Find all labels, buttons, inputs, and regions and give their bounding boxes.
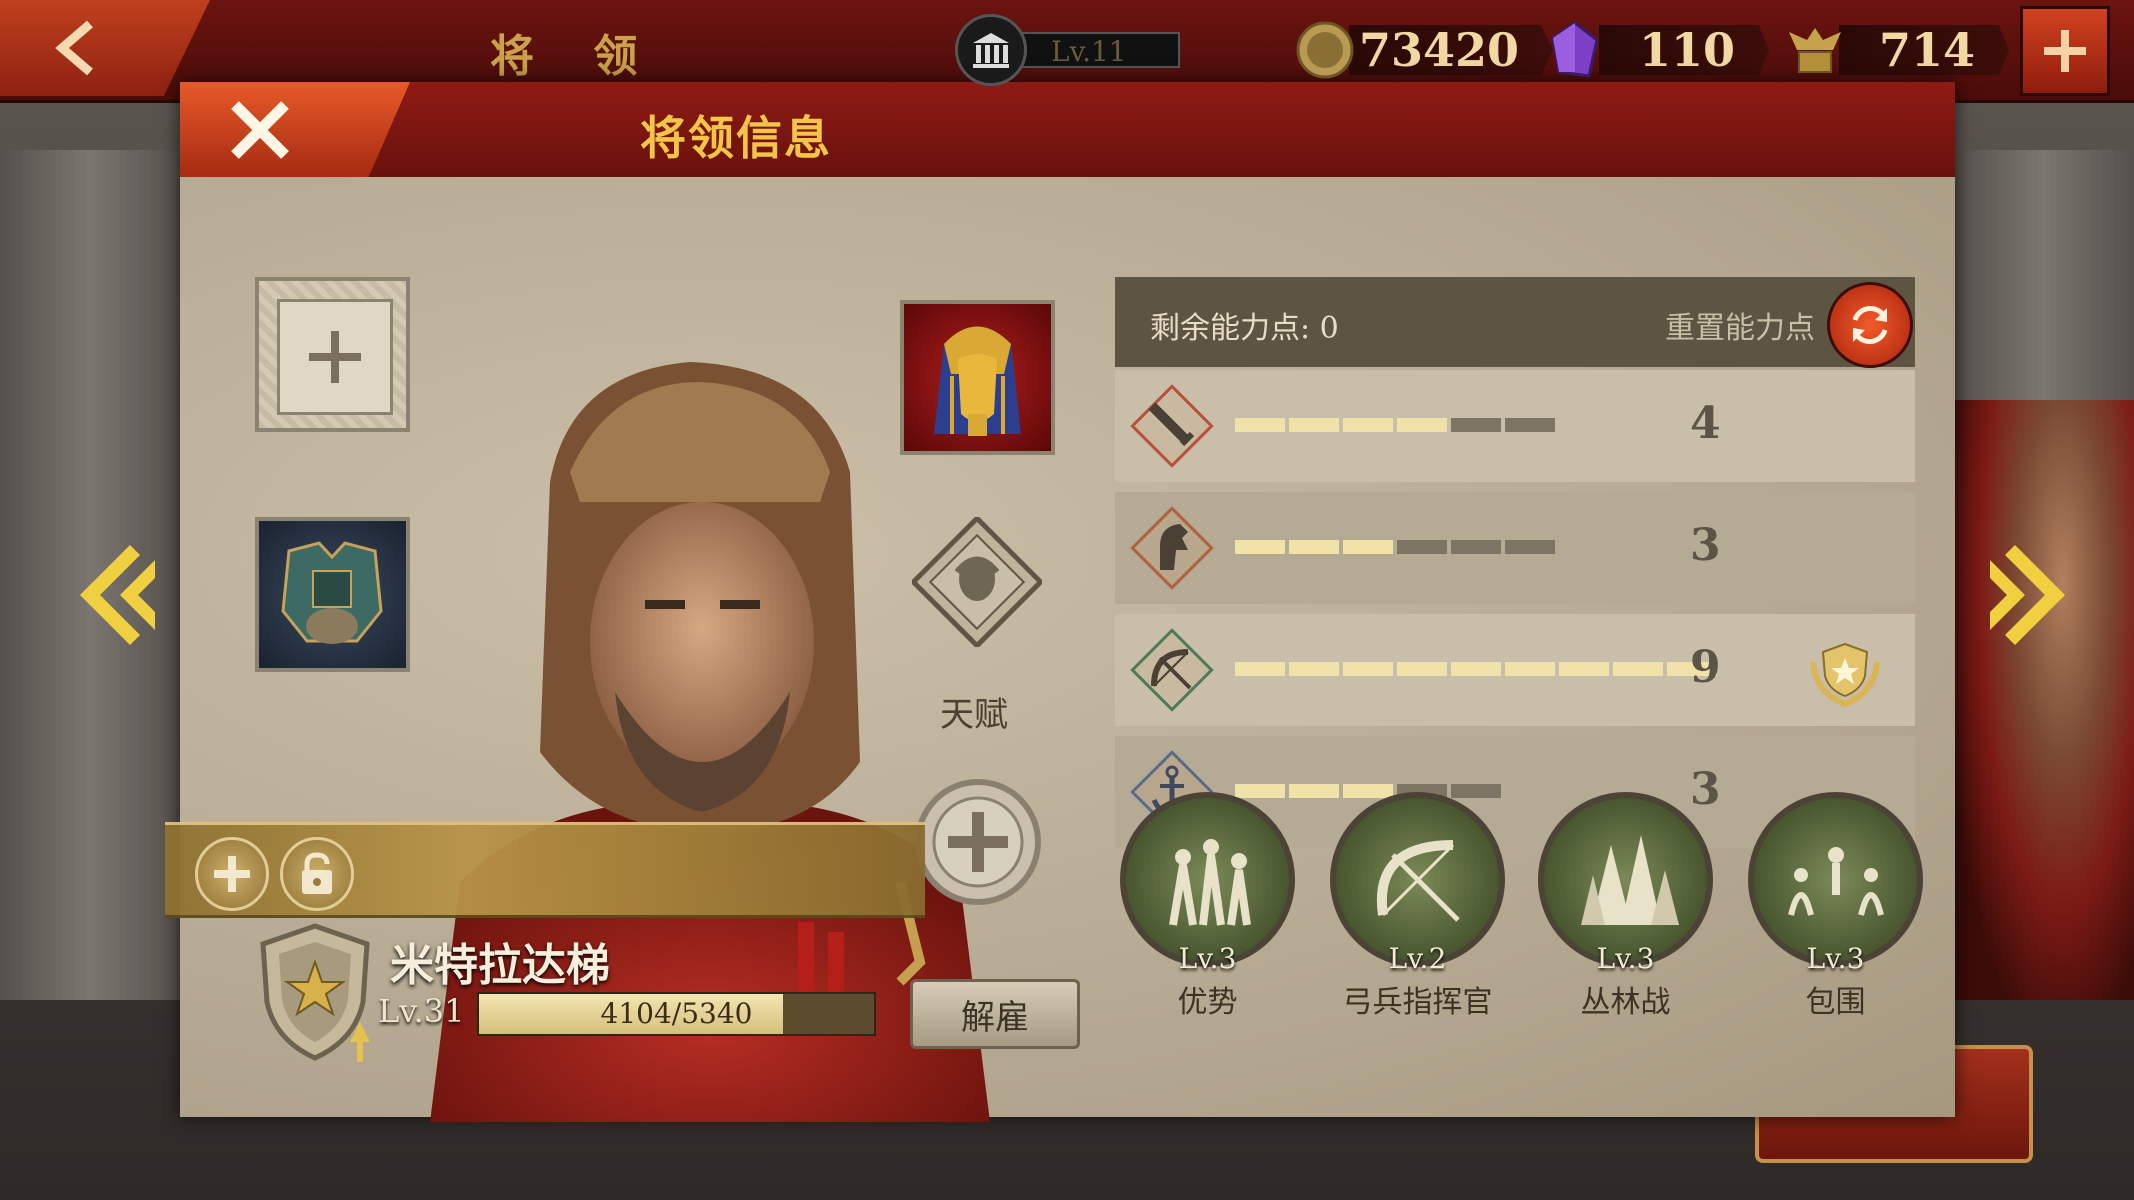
skill-archer-commander[interactable]: Lv.2 弓兵指挥官 [1330, 792, 1510, 1020]
stat-segment-filled [1343, 418, 1393, 432]
gold-ribbon [165, 822, 925, 918]
hero-level: Lv.31 [378, 992, 465, 1030]
skill-name: 弓兵指挥官 [1342, 985, 1493, 1020]
next-hero-preview [1955, 400, 2134, 1000]
stat-segment-filled [1289, 662, 1339, 676]
skill-level: Lv.3 [1806, 942, 1865, 975]
skill-jungle-warfare[interactable]: Lv.3 丛林战 [1538, 792, 1718, 1020]
plus-icon [214, 856, 250, 892]
skill-name: 丛林战 [1580, 985, 1671, 1020]
coin-amount: 73420 [1349, 25, 1554, 75]
stat-row-archer: 9 [1115, 614, 1915, 726]
stat-segment-filled [1235, 418, 1285, 432]
bow-icon [1130, 628, 1214, 712]
stat-bars [1235, 418, 1555, 432]
plus-icon [2044, 30, 2086, 72]
ribbon-add-button[interactable] [195, 837, 269, 911]
stat-segment-filled [1289, 418, 1339, 432]
stat-value: 3 [1690, 520, 1721, 571]
stat-row-infantry: 4 [1115, 370, 1915, 482]
skill-bow-icon [1330, 792, 1505, 967]
stat-bars [1235, 540, 1555, 554]
skill-soldiers-icon [1120, 792, 1295, 967]
stat-segment-filled [1235, 540, 1285, 554]
add-skill-slot-button[interactable] [913, 777, 1043, 907]
stat-row-cavalry: 3 [1115, 492, 1915, 604]
stat-segment-empty [1451, 540, 1501, 554]
back-button[interactable] [0, 0, 210, 96]
sword-icon [1130, 384, 1214, 468]
stat-segment-filled [1505, 662, 1555, 676]
skill-level: Lv.3 [1596, 942, 1655, 975]
empty-slot-plus-icon [277, 299, 393, 415]
token-counter[interactable]: 714 [1785, 18, 2010, 82]
purple-gem-icon [1551, 21, 1599, 78]
previous-hero-arrow-icon[interactable] [70, 540, 160, 650]
hero-info-dialog: 将领信息 天赋 米特拉达梯 Lv.31 4104/5340 解雇 剩余能力点: … [165, 82, 1955, 1122]
stat-segment-filled [1559, 662, 1609, 676]
stat-segment-filled [1451, 662, 1501, 676]
add-resources-button[interactable] [2020, 6, 2110, 96]
gem-amount: 110 [1599, 25, 1770, 75]
stat-segment-filled [1397, 418, 1447, 432]
skill-name: 包围 [1805, 985, 1866, 1020]
coin-icon [1296, 21, 1354, 79]
close-button[interactable] [180, 82, 410, 177]
stat-value: 4 [1690, 398, 1721, 449]
skill-level: Lv.2 [1388, 942, 1447, 975]
reset-points-label: 重置能力点 [1665, 311, 1815, 346]
ability-points-header: 剩余能力点: 0 重置能力点 [1115, 277, 1915, 368]
stat-segment-filled [1397, 662, 1447, 676]
skill-encircle-icon [1748, 792, 1923, 967]
skill-name: 优势 [1177, 985, 1238, 1020]
skill-advantage[interactable]: Lv.3 优势 [1120, 792, 1300, 1020]
dialog-title: 将领信息 [640, 111, 832, 165]
building-level-text: Lv.11 [1019, 32, 1180, 68]
building-level[interactable]: Lv.11 [955, 14, 1180, 86]
skill-encirclement[interactable]: Lv.3 包围 [1748, 792, 1928, 1020]
ribbon-lock-button[interactable] [280, 837, 354, 911]
stat-segment-empty [1505, 418, 1555, 432]
chevron-left-icon [55, 20, 93, 76]
stat-segment-empty [1451, 418, 1501, 432]
stat-segment-filled [1343, 662, 1393, 676]
dismiss-button[interactable]: 解雇 [910, 979, 1080, 1049]
equipment-slot-armor[interactable] [255, 517, 410, 672]
stat-segment-empty [1505, 540, 1555, 554]
temple-icon [955, 14, 1027, 86]
hero-name: 米特拉达梯 [390, 940, 610, 991]
coin-counter[interactable]: 73420 [1295, 18, 1554, 82]
stat-segment-filled [1235, 662, 1285, 676]
token-amount: 714 [1839, 25, 2010, 75]
refresh-icon [1852, 306, 1888, 344]
unlock-icon [302, 852, 332, 894]
xp-text: 4104/5340 [600, 997, 753, 1030]
horse-icon [1130, 506, 1214, 590]
next-hero-arrow-icon[interactable] [1985, 540, 2075, 650]
close-icon [231, 100, 289, 159]
stat-bars [1235, 662, 1717, 676]
stat-segment-empty [1397, 540, 1447, 554]
gem-counter[interactable]: 110 [1545, 18, 1770, 82]
rank-shield-icon [260, 923, 370, 1062]
page-title: 将 领 [490, 31, 660, 82]
remaining-points-label: 剩余能力点: 0 [1150, 311, 1339, 346]
stat-segment-filled [1343, 540, 1393, 554]
max-level-badge-icon [1810, 642, 1880, 708]
stat-segment-filled [1289, 540, 1339, 554]
equipment-slot-empty[interactable] [255, 277, 410, 432]
armor-icon [281, 541, 383, 644]
skill-forest-icon [1538, 792, 1713, 967]
xp-bar: 4104/5340 [477, 992, 876, 1036]
stat-segment-filled [1613, 662, 1663, 676]
skill-level: Lv.3 [1178, 942, 1237, 975]
dialog-header: 将领信息 [180, 82, 1955, 180]
spqr-eagle-icon [1789, 28, 1841, 73]
reset-points-button[interactable] [1827, 282, 1913, 368]
stat-value: 9 [1690, 642, 1721, 693]
